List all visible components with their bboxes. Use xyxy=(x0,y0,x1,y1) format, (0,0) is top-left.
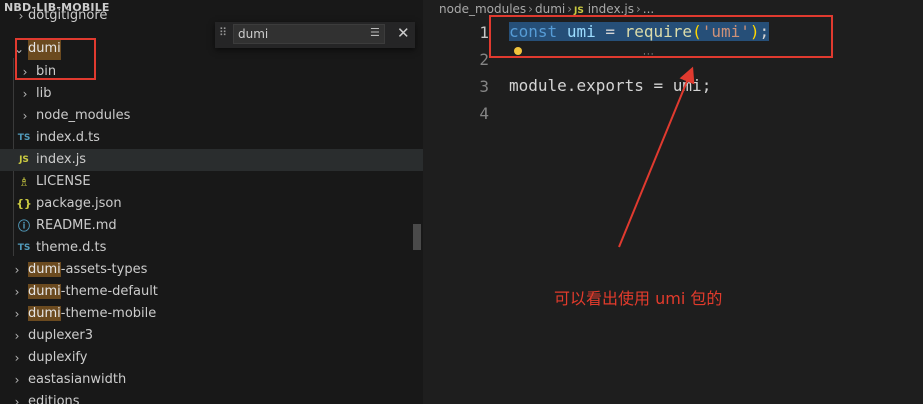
tree-find-widget: ⠿ dumi ☰ ✕ xyxy=(215,22,415,48)
chevron-right-icon: › xyxy=(14,373,20,387)
tree-item-label: duplexify xyxy=(28,350,88,365)
tree-item-label: package.json xyxy=(36,196,122,211)
tree-item-label: index.d.ts xyxy=(36,130,100,145)
label-rest: -assets-types xyxy=(60,262,148,277)
filter-icon[interactable]: ☰ xyxy=(370,26,380,39)
tree-item-dumi-theme-mobile[interactable]: › dumi-theme-mobile xyxy=(0,303,423,325)
tree-item-label: duplexer3 xyxy=(28,328,94,343)
tree-item-editions[interactable]: › editions xyxy=(0,391,423,404)
javascript-file-icon: JS xyxy=(19,155,29,165)
tree-item-eastasianwidth[interactable]: › eastasianwidth xyxy=(0,369,423,391)
annotation-box-dumi xyxy=(15,38,96,80)
tree-item-label: LICENSE xyxy=(36,174,91,189)
tree-item-label: editions xyxy=(28,394,80,404)
chevron-right-icon: › xyxy=(14,263,20,277)
tree-item-dumi-theme-default[interactable]: › dumi-theme-default xyxy=(0,281,423,303)
tree-item-lib[interactable]: › lib xyxy=(0,83,423,105)
chevron-right-icon: › xyxy=(14,395,20,404)
annotation-arrow xyxy=(618,66,695,248)
tree-item-duplexer3[interactable]: › duplexer3 xyxy=(0,325,423,347)
tree-item-index-js[interactable]: JS index.js xyxy=(0,149,423,171)
tree-item-duplexify[interactable]: › duplexify xyxy=(0,347,423,369)
tree-item-readme[interactable]: ⓘ README.md xyxy=(0,215,423,237)
annotation-text: 可以看出使用 umi 包的 xyxy=(554,289,723,308)
license-file-icon: ♗ xyxy=(18,175,30,189)
match-highlight: dumi xyxy=(28,306,61,321)
tree-item-dumi-assets-types[interactable]: › dumi-assets-types xyxy=(0,259,423,281)
info-file-icon: ⓘ xyxy=(17,219,30,233)
sidebar-scrollbar[interactable] xyxy=(413,224,421,250)
label-rest: -theme-default xyxy=(60,284,158,299)
chevron-right-icon: › xyxy=(14,285,20,299)
tree-item-label: index.js xyxy=(36,152,87,167)
tree-item-theme-d-ts[interactable]: TS theme.d.ts xyxy=(0,237,423,259)
explorer-sidebar: NBD-LIB-MOBILE › dotgitignore ⌄ dumi › b… xyxy=(0,0,423,404)
chevron-right-icon: › xyxy=(22,87,28,101)
close-icon[interactable]: ✕ xyxy=(397,24,410,42)
drag-grip-icon[interactable]: ⠿ xyxy=(219,26,227,39)
tree-item-label: dumi-assets-types xyxy=(28,259,147,281)
typescript-file-icon: TS xyxy=(17,243,31,253)
tree-item-node-modules[interactable]: › node_modules xyxy=(0,105,423,127)
tree-item-label: dotgitignore xyxy=(28,8,108,23)
tree-find-input[interactable]: dumi xyxy=(233,24,385,44)
tree-item-package-json[interactable]: {} package.json xyxy=(0,193,423,215)
chevron-right-icon: › xyxy=(14,307,20,321)
tree-item-label: node_modules xyxy=(36,108,131,123)
chevron-right-icon: › xyxy=(14,329,20,343)
match-highlight: dumi xyxy=(28,262,61,277)
tree-item-label: README.md xyxy=(36,218,117,233)
code-editor: node_modules › dumi › JS index.js ›... 1 2 3 … xyxy=(423,0,923,404)
tree-item-label: theme.d.ts xyxy=(36,240,107,255)
tree-item-index-d-ts[interactable]: TS index.d.ts xyxy=(0,127,423,149)
chevron-right-icon: › xyxy=(18,9,24,23)
tree-item-label: dumi-theme-default xyxy=(28,281,158,303)
json-file-icon: {} xyxy=(16,197,32,210)
chevron-right-icon: › xyxy=(22,109,28,123)
tree-item-label: lib xyxy=(36,86,52,101)
typescript-file-icon: TS xyxy=(17,133,31,143)
label-rest: -theme-mobile xyxy=(60,306,157,321)
tree-item-license[interactable]: ♗ LICENSE xyxy=(0,171,423,193)
chevron-right-icon: › xyxy=(14,351,20,365)
tree-item-label: dumi-theme-mobile xyxy=(28,303,156,325)
tree-item-label: eastasianwidth xyxy=(28,372,127,387)
match-highlight: dumi xyxy=(28,284,61,299)
